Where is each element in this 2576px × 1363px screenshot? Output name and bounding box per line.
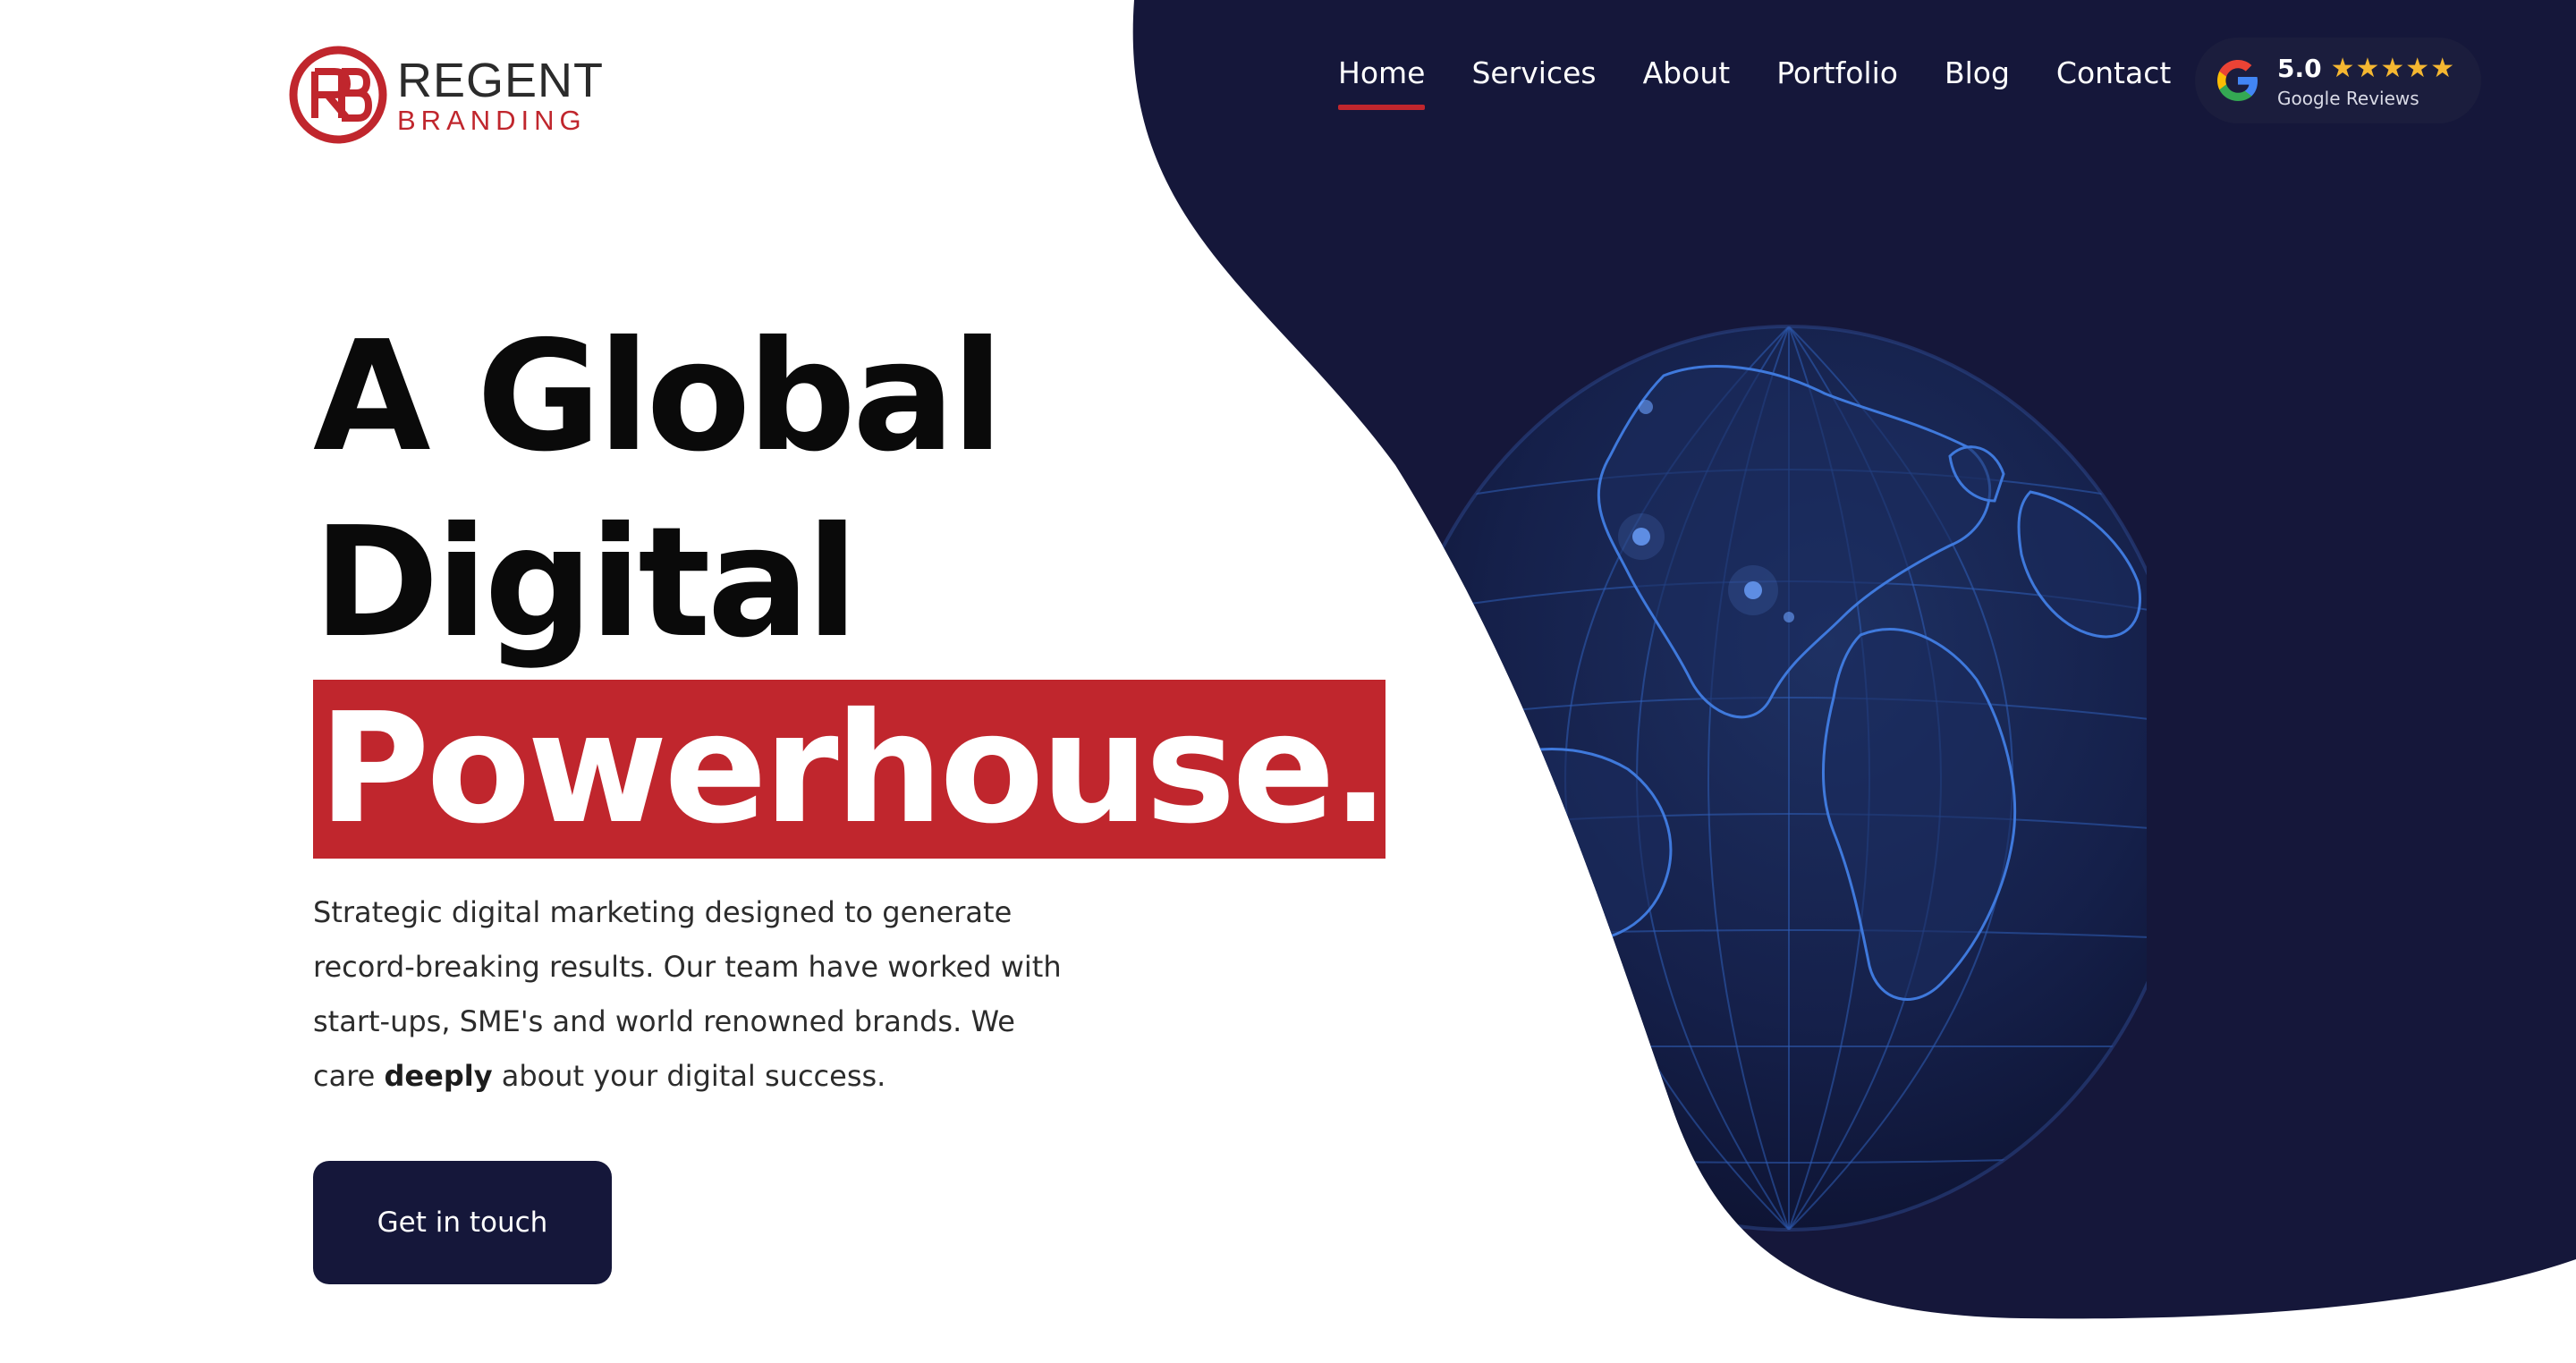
google-reviews-badge[interactable]: 5.0 ★★★★★ Google Reviews bbox=[2195, 38, 2481, 123]
nav-item-blog[interactable]: Blog bbox=[1945, 55, 2010, 90]
main-nav: Home Services About Portfolio Blog Conta… bbox=[1338, 55, 2217, 110]
hero-headline: A Global Digital Powerhouse. bbox=[313, 304, 1389, 862]
brand-name-bottom: BRANDING bbox=[397, 104, 587, 136]
headline-line-2: Digital bbox=[313, 495, 859, 672]
reviews-label: Google Reviews bbox=[2277, 87, 2419, 109]
nav-item-about[interactable]: About bbox=[1643, 55, 1731, 90]
rating-value: 5.0 bbox=[2277, 53, 2322, 83]
page: REGENT BRANDING Home Services About Port… bbox=[0, 0, 2576, 1363]
rb-monogram-icon bbox=[289, 46, 387, 144]
brand-wordmark: REGENT BRANDING bbox=[397, 56, 604, 134]
headline-highlight: Powerhouse. bbox=[313, 680, 1389, 859]
brand-logo[interactable]: REGENT BRANDING bbox=[288, 45, 604, 145]
nav-item-contact[interactable]: Contact bbox=[2056, 55, 2171, 90]
headline-line-1: A Global bbox=[313, 309, 1004, 486]
rating-row: 5.0 ★★★★★ bbox=[2277, 53, 2455, 84]
intro-text-emphasis: deeply bbox=[384, 1059, 493, 1093]
hero-intro-text: Strategic digital marketing designed to … bbox=[313, 885, 1064, 1104]
brand-name-top: REGENT bbox=[397, 53, 605, 107]
star-rating-icon: ★★★★★ bbox=[2330, 52, 2456, 84]
digital-globe-image bbox=[1385, 325, 2147, 1232]
reviews-text: 5.0 ★★★★★ Google Reviews bbox=[2277, 53, 2455, 109]
get-in-touch-button[interactable]: Get in touch bbox=[313, 1161, 612, 1284]
nav-item-portfolio[interactable]: Portfolio bbox=[1776, 55, 1898, 90]
intro-text-end: about your digital success. bbox=[492, 1059, 886, 1093]
nav-item-services[interactable]: Services bbox=[1471, 55, 1596, 90]
google-g-icon bbox=[2217, 60, 2258, 101]
nav-item-home[interactable]: Home bbox=[1338, 55, 1426, 110]
